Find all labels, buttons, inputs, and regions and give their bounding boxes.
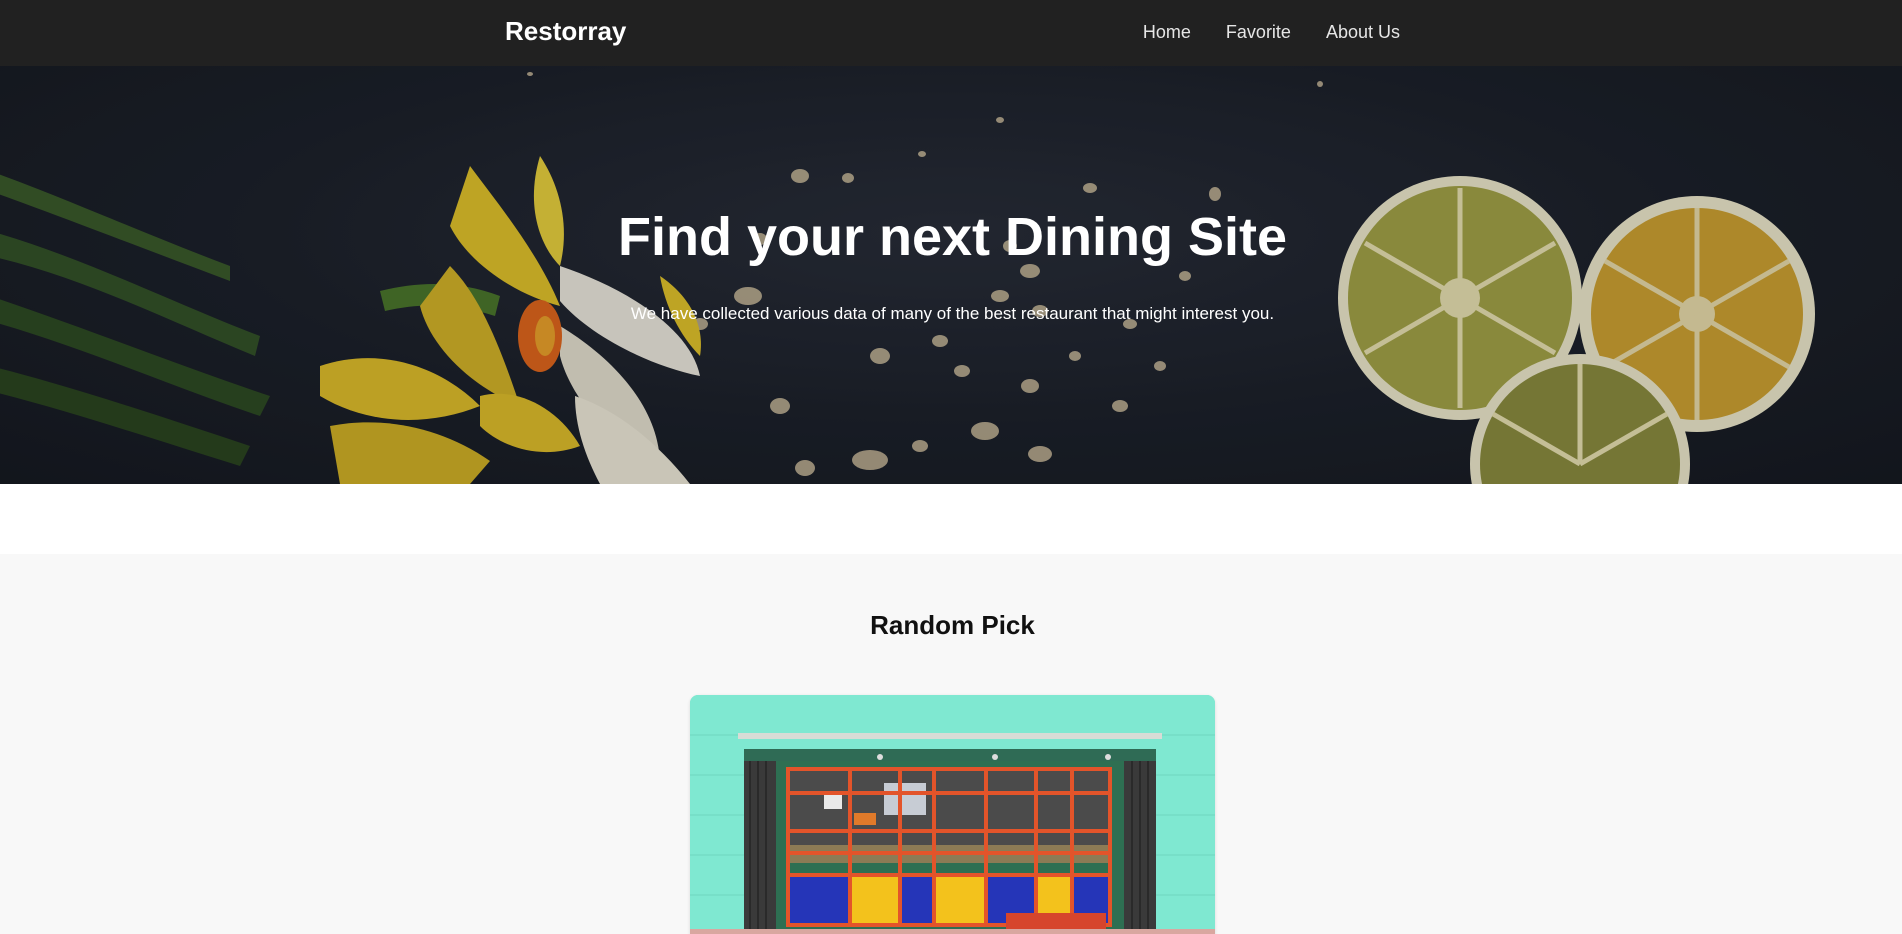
brand-logo[interactable]: Restorray [505,16,626,47]
nav-link-favorite[interactable]: Favorite [1226,22,1291,43]
nav-link-home[interactable]: Home [1143,22,1191,43]
nav-link-about-us[interactable]: About Us [1326,22,1400,43]
section-spacer [0,484,1902,554]
hero-title: Find your next Dining Site [617,207,1287,267]
nav-links: Home Favorite About Us [1143,22,1400,43]
navbar: Restorray Home Favorite About Us [0,0,1902,66]
hero-subtitle: We have collected various data of many o… [630,304,1275,323]
restaurant-image [690,695,1215,934]
restaurant-card[interactable] [690,695,1215,934]
hero-section: Find your next Dining Site We have colle… [0,66,1902,484]
random-pick-section: Random Pick [0,554,1902,934]
random-pick-title: Random Pick [870,610,1035,640]
hero-overlay [0,66,1902,484]
